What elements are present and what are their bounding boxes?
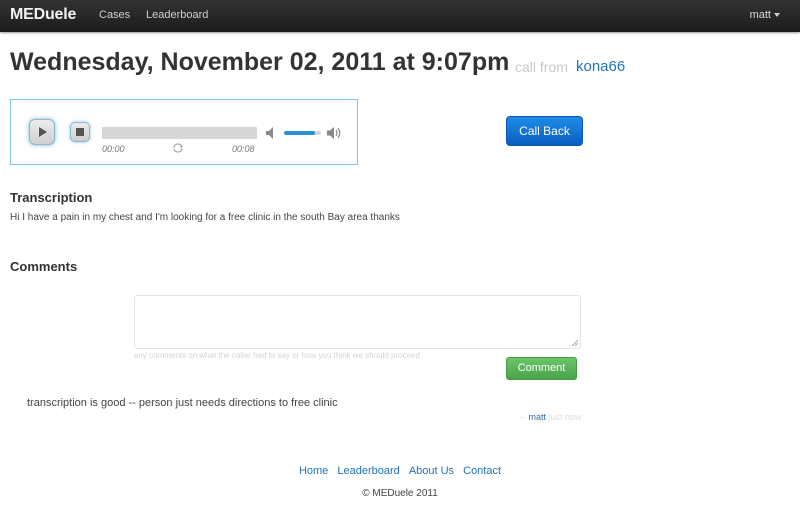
page-title: Wednesday, November 02, 2011 at 9:07pm <box>10 48 510 76</box>
comment-submit-button[interactable]: Comment <box>506 357 577 380</box>
footer-leaderboard-link[interactable]: Leaderboard <box>337 465 399 477</box>
transcription-heading: Transcription <box>10 190 93 205</box>
nav-cases-link[interactable]: Cases <box>99 9 130 21</box>
comment-meta-dash: -- <box>520 412 526 422</box>
playback-progress-bar[interactable] <box>102 127 257 139</box>
nav-leaderboard-link[interactable]: Leaderboard <box>146 9 208 21</box>
volume-level <box>284 131 316 135</box>
volume-max-icon[interactable] <box>327 126 342 140</box>
comments-heading: Comments <box>10 259 78 274</box>
comment-author-link[interactable]: matt <box>529 412 547 422</box>
resize-grip-icon[interactable] <box>572 340 578 346</box>
footer-about-link[interactable]: About Us <box>409 465 454 477</box>
footer-home-link[interactable]: Home <box>299 465 328 477</box>
current-time: 00:00 <box>102 144 125 154</box>
loop-icon[interactable] <box>172 143 184 153</box>
play-button[interactable] <box>29 119 55 145</box>
comment-help-text: any comments on what the caller had to s… <box>134 351 420 360</box>
play-icon <box>39 127 47 137</box>
volume-mute-icon[interactable] <box>266 127 277 139</box>
comment-timestamp: just now <box>548 412 582 422</box>
footer-contact-link[interactable]: Contact <box>463 465 501 477</box>
stop-button[interactable] <box>70 122 90 142</box>
user-menu[interactable]: matt <box>750 9 780 21</box>
comment-item-meta: -- matt just now <box>520 412 582 422</box>
comment-item-text: transcription is good -- person just nee… <box>27 397 338 409</box>
duration-time: 00:08 <box>232 144 255 154</box>
brand-logo[interactable]: MEDuele <box>10 6 76 24</box>
volume-slider[interactable] <box>284 131 321 135</box>
comment-input[interactable] <box>134 295 581 349</box>
footer-nav: Home Leaderboard About Us Contact <box>0 465 800 477</box>
chevron-down-icon <box>774 13 780 18</box>
stop-icon <box>76 128 84 136</box>
top-navbar: MEDuele Cases Leaderboard matt <box>0 0 800 32</box>
caller-link[interactable]: kona66 <box>576 58 625 75</box>
audio-player: 00:00 00:08 <box>10 99 358 165</box>
call-back-button[interactable]: Call Back <box>506 116 583 146</box>
transcription-text: Hi I have a pain in my chest and I'm loo… <box>10 212 400 223</box>
copyright: © MEDuele 2011 <box>362 488 438 499</box>
user-name: matt <box>749 9 771 21</box>
call-from-label: call from <box>515 59 568 75</box>
